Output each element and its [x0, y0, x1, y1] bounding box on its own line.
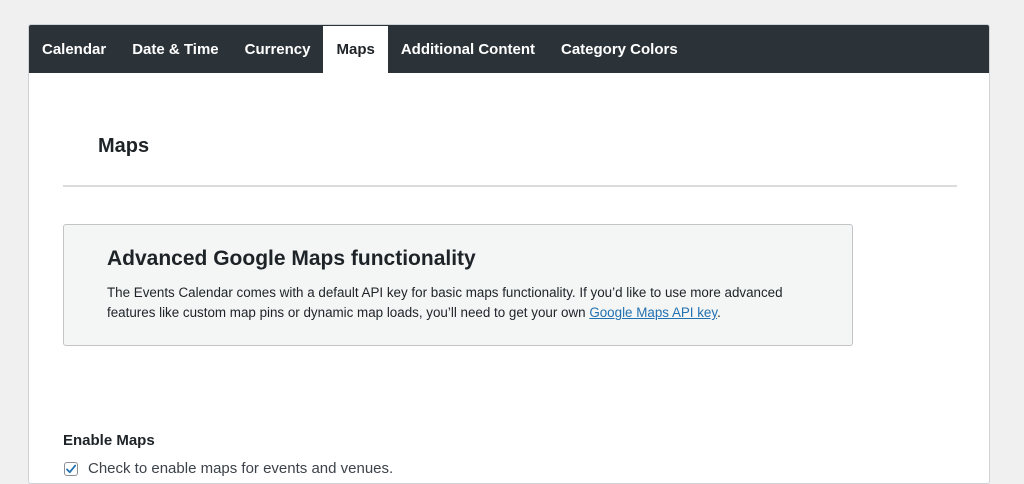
- settings-tabbar: Calendar Date & Time Currency Maps Addit…: [29, 25, 989, 73]
- checkmark-icon: [66, 464, 77, 473]
- tab-calendar[interactable]: Calendar: [29, 25, 119, 73]
- tab-maps[interactable]: Maps: [323, 26, 388, 73]
- tab-category-colors[interactable]: Category Colors: [548, 25, 691, 73]
- section-title: Maps: [98, 135, 150, 157]
- enable-maps-checkbox-label[interactable]: Check to enable maps for events and venu…: [88, 460, 393, 477]
- enable-maps-label: Enable Maps: [63, 432, 155, 449]
- enable-maps-row: Check to enable maps for events and venu…: [64, 460, 393, 477]
- notice-heading: Advanced Google Maps functionality: [107, 247, 476, 270]
- enable-maps-checkbox[interactable]: [64, 461, 78, 476]
- tab-additional-content[interactable]: Additional Content: [388, 25, 548, 73]
- notice-body: The Events Calendar comes with a default…: [107, 283, 809, 323]
- maps-notice-box: Advanced Google Maps functionality The E…: [63, 224, 853, 346]
- section-divider: [63, 185, 957, 187]
- settings-panel: Calendar Date & Time Currency Maps Addit…: [28, 24, 990, 484]
- google-maps-api-key-link[interactable]: Google Maps API key: [589, 305, 717, 320]
- tab-currency[interactable]: Currency: [232, 25, 324, 73]
- tab-date-time[interactable]: Date & Time: [119, 25, 231, 73]
- notice-body-end: .: [717, 305, 721, 320]
